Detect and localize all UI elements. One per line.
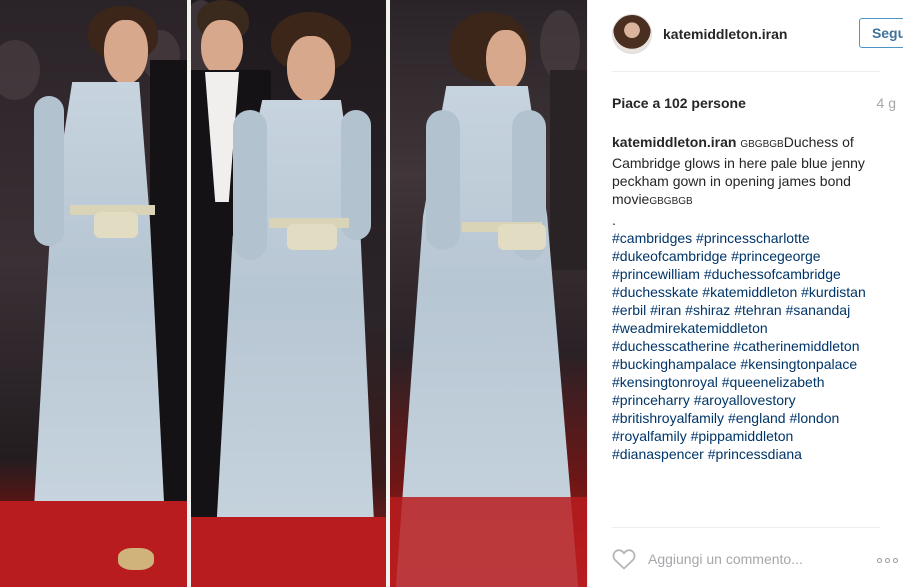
more-options-icon[interactable] xyxy=(877,558,898,563)
hashtag-link[interactable]: #princewilliam xyxy=(612,266,700,282)
hashtag-link[interactable]: #aroyallovestory xyxy=(694,392,796,408)
hashtag-list: #cambridges #princesscharlotte #dukeofcam… xyxy=(612,229,888,463)
avatar[interactable] xyxy=(612,14,652,54)
hashtag-link[interactable]: #dianaspencer xyxy=(612,446,704,462)
hashtag-line: #weadmirekatemiddleton xyxy=(612,319,888,337)
hashtag-link[interactable]: #buckinghampalace xyxy=(612,356,737,372)
photo-panel-right xyxy=(390,0,587,587)
hashtag-link[interactable]: #iran xyxy=(650,302,681,318)
hashtag-link[interactable]: #princessdiana xyxy=(708,446,802,462)
hashtag-link[interactable]: #duchesskate xyxy=(612,284,698,300)
photo-panel-middle xyxy=(191,0,386,587)
hashtag-link[interactable]: #london xyxy=(789,410,839,426)
hashtag-link[interactable]: #princeharry xyxy=(612,392,690,408)
hashtag-link[interactable]: #shiraz xyxy=(685,302,730,318)
hashtag-link[interactable]: #kensingtonroyal xyxy=(612,374,718,390)
hashtag-link[interactable]: #sanandaj xyxy=(786,302,851,318)
dot-icon xyxy=(885,558,890,563)
hashtag-link[interactable]: #princesscharlotte xyxy=(696,230,810,246)
caption-dot: . xyxy=(612,212,616,228)
footer-divider xyxy=(612,527,880,528)
hashtag-line: #britishroyalfamily #england #london xyxy=(612,409,888,427)
hashtag-link[interactable]: #weadmirekatemiddleton xyxy=(612,320,768,336)
hashtag-line: #cambridges #princesscharlotte xyxy=(612,229,888,247)
dot-icon xyxy=(893,558,898,563)
hashtag-link[interactable]: #britishroyalfamily xyxy=(612,410,724,426)
post-photo[interactable] xyxy=(0,0,587,587)
hashtag-line: #dianaspencer #princessdiana xyxy=(612,445,888,463)
hashtag-link[interactable]: #pippamiddleton xyxy=(691,428,794,444)
header-divider xyxy=(612,71,880,72)
caption: katemiddleton.iran GBGBGBDuchess of Camb… xyxy=(612,133,888,463)
hashtag-line: #duchesscatherine #catherinemiddleton xyxy=(612,337,888,355)
post-details: katemiddleton.iran Segui Piace a 102 per… xyxy=(587,0,903,587)
caption-flag-end: GBGBGB xyxy=(649,196,693,207)
hashtag-link[interactable]: #katemiddleton xyxy=(702,284,797,300)
hashtag-link[interactable]: #kensingtonpalace xyxy=(740,356,857,372)
hashtag-link[interactable]: #queenelizabeth xyxy=(722,374,825,390)
dot-icon xyxy=(877,558,882,563)
hashtag-link[interactable]: #england xyxy=(728,410,786,426)
photo-panel-left xyxy=(0,0,187,587)
hashtag-line: #dukeofcambridge #princegeorge xyxy=(612,247,888,265)
hashtag-line: #princeharry #aroyallovestory xyxy=(612,391,888,409)
hashtag-link[interactable]: #duchesscatherine xyxy=(612,338,730,354)
hashtag-link[interactable]: #dukeofcambridge xyxy=(612,248,727,264)
hashtag-line: #royalfamily #pippamiddleton xyxy=(612,427,888,445)
hashtag-line: #princewilliam #duchessofcambridge xyxy=(612,265,888,283)
follow-button[interactable]: Segui xyxy=(859,18,903,48)
hashtag-line: #buckinghampalace #kensingtonpalace xyxy=(612,355,888,373)
hashtag-line: #kensingtonroyal #queenelizabeth xyxy=(612,373,888,391)
post-age[interactable]: 4 g xyxy=(877,95,896,111)
hashtag-link[interactable]: #royalfamily xyxy=(612,428,687,444)
hashtag-link[interactable]: #kurdistan xyxy=(801,284,866,300)
likes-count[interactable]: Piace a 102 persone xyxy=(612,95,746,111)
hashtag-link[interactable]: #duchessofcambridge xyxy=(704,266,841,282)
hashtag-line: #duchesskate #katemiddleton #kurdistan xyxy=(612,283,888,301)
hashtag-line: #erbil #iran #shiraz #tehran #sanandaj xyxy=(612,301,888,319)
hashtag-link[interactable]: #erbil xyxy=(612,302,646,318)
username-link[interactable]: katemiddleton.iran xyxy=(663,26,787,42)
caption-flag-start: GBGBGB xyxy=(740,139,784,150)
post-header: katemiddleton.iran Segui xyxy=(612,14,903,54)
hashtag-link[interactable]: #princegeorge xyxy=(731,248,821,264)
hashtag-link[interactable]: #catherinemiddleton xyxy=(733,338,859,354)
hashtag-link[interactable]: #tehran xyxy=(734,302,781,318)
caption-username-link[interactable]: katemiddleton.iran xyxy=(612,134,736,150)
comment-input[interactable]: Aggiungi un commento... xyxy=(648,551,803,567)
heart-outline-icon[interactable] xyxy=(612,548,636,570)
hashtag-link[interactable]: #cambridges xyxy=(612,230,692,246)
